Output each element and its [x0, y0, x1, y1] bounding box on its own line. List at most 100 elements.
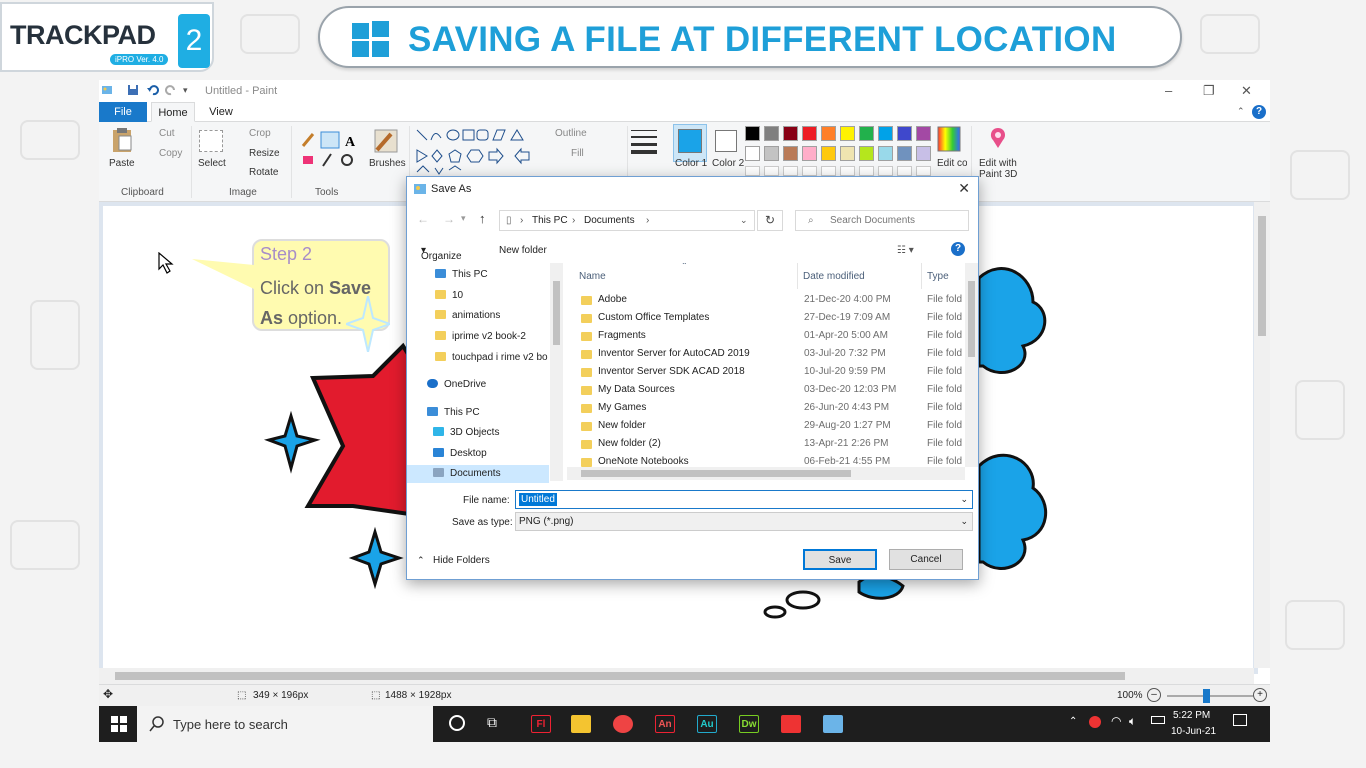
custom-color-slot[interactable]	[783, 166, 798, 176]
outline-dropdown[interactable]: Outline	[555, 128, 587, 139]
palette-swatch[interactable]	[916, 146, 931, 161]
nav-item[interactable]: 3D Objects	[433, 427, 499, 438]
restore-button[interactable]: ❐	[1203, 83, 1215, 99]
size-icon[interactable]	[629, 128, 659, 154]
address-dropdown-icon[interactable]: ⌄	[740, 215, 748, 226]
breadcrumb-this-pc[interactable]: This PC	[532, 215, 568, 226]
hide-folders-chevron-icon[interactable]: ⌃	[417, 555, 425, 566]
paint3d-icon[interactable]	[985, 126, 1011, 152]
forward-arrow-icon[interactable]: →	[443, 212, 455, 226]
file-explorer-icon[interactable]	[571, 715, 591, 733]
palette-swatch[interactable]	[840, 146, 855, 161]
palette-swatch[interactable]	[859, 146, 874, 161]
fill-dropdown[interactable]: Fill	[571, 148, 584, 159]
custom-color-slot[interactable]	[745, 166, 760, 176]
nav-item[interactable]: touchpad i rime v2 bo	[435, 352, 548, 363]
zoom-slider-track[interactable]	[1167, 695, 1253, 697]
wifi-icon[interactable]: ◠	[1111, 714, 1121, 728]
nav-pane-scrollbar[interactable]	[550, 263, 563, 481]
nav-item[interactable]: This PC	[435, 269, 488, 280]
acrobat-icon[interactable]	[781, 715, 801, 733]
color1-selector[interactable]	[673, 124, 707, 162]
nav-item[interactable]: iprime v2 book-2	[435, 331, 526, 342]
custom-color-slot[interactable]	[840, 166, 855, 176]
file-list-horizontal-scrollbar[interactable]	[567, 467, 965, 480]
brushes-icon[interactable]	[371, 126, 401, 156]
cortana-icon[interactable]	[449, 715, 465, 731]
clock-date[interactable]: 10-Jun-21	[1171, 726, 1216, 737]
new-folder-button[interactable]: New folder	[499, 245, 547, 256]
paste-icon[interactable]	[111, 126, 133, 154]
task-view-icon[interactable]: ⧉	[487, 714, 497, 731]
tab-home[interactable]: Home	[151, 102, 195, 122]
palette-swatch[interactable]	[745, 146, 760, 161]
palette-swatch[interactable]	[764, 146, 779, 161]
volume-icon[interactable]: 🔈︎	[1129, 714, 1136, 729]
collapse-ribbon-icon[interactable]: ⌃	[1237, 106, 1245, 117]
palette-swatch[interactable]	[745, 126, 760, 141]
tab-file[interactable]: File	[99, 102, 147, 122]
custom-color-slot[interactable]	[897, 166, 912, 176]
back-arrow-icon[interactable]: ←	[417, 212, 429, 226]
save-as-type-select[interactable]: PNG (*.png) ⌄	[515, 512, 973, 531]
dialog-search-box[interactable]: ⌕ Search Documents	[795, 210, 969, 231]
palette-swatch[interactable]	[840, 126, 855, 141]
palette-swatch[interactable]	[764, 126, 779, 141]
zoom-in-button[interactable]: +	[1253, 688, 1267, 702]
canvas-vertical-scrollbar[interactable]	[1254, 202, 1270, 668]
file-row[interactable]: New folder (2) 13-Apr-21 2:26 PM File fold	[567, 435, 963, 453]
show-hidden-icons[interactable]: ⌃	[1069, 716, 1077, 727]
palette-swatch[interactable]	[802, 146, 817, 161]
custom-color-slot[interactable]	[859, 166, 874, 176]
taskbar-search-box[interactable]: Type here to search	[137, 706, 433, 742]
rotate-button[interactable]: Rotate	[249, 167, 278, 178]
crop-button[interactable]: Crop	[249, 128, 271, 139]
file-row[interactable]: Inventor Server SDK ACAD 2018 10-Jul-20 9…	[567, 363, 963, 381]
up-arrow-icon[interactable]: ↑	[479, 211, 486, 226]
palette-swatch[interactable]	[916, 126, 931, 141]
tools-icons[interactable]: A	[301, 130, 361, 170]
start-button[interactable]	[111, 716, 127, 732]
file-name-dropdown-icon[interactable]: ⌄	[960, 494, 968, 505]
nav-item[interactable]: This PC	[427, 407, 480, 418]
resize-button[interactable]: Resize	[249, 148, 280, 159]
tab-view[interactable]: View	[199, 102, 243, 122]
file-row[interactable]: Custom Office Templates 27-Dec-19 7:09 AM…	[567, 309, 963, 327]
flash-icon[interactable]: Fl	[531, 715, 551, 733]
audition-icon[interactable]: Au	[697, 715, 717, 733]
file-row[interactable]: Fragments 01-Apr-20 5:00 AM File fold	[567, 327, 963, 345]
address-bar[interactable]: ▯ › This PC › Documents › ⌄	[499, 210, 755, 231]
palette-swatch[interactable]	[878, 146, 893, 161]
refresh-button[interactable]: ↻	[757, 210, 783, 231]
file-row[interactable]: New folder 29-Aug-20 1:27 PM File fold	[567, 417, 963, 435]
close-button[interactable]: ✕	[1241, 83, 1252, 99]
color2-swatch[interactable]	[715, 130, 737, 152]
save-icon[interactable]	[127, 84, 139, 96]
select-icon[interactable]	[199, 130, 223, 152]
file-row[interactable]: Inventor Server for AutoCAD 2019 03-Jul-2…	[567, 345, 963, 363]
column-date-modified[interactable]: Date modified	[803, 271, 865, 282]
hide-folders-button[interactable]: Hide Folders	[433, 555, 490, 566]
action-center-icon[interactable]	[1233, 714, 1247, 726]
edit-colors-icon[interactable]	[937, 126, 961, 152]
palette-swatch[interactable]	[897, 146, 912, 161]
palette-swatch[interactable]	[897, 126, 912, 141]
nav-item[interactable]: 10	[435, 290, 463, 301]
nav-item[interactable]: Desktop	[433, 448, 487, 459]
nav-item[interactable]: Documents	[433, 468, 501, 479]
paint-taskbar-icon[interactable]	[823, 715, 843, 733]
edit-colors-button[interactable]: Edit colors	[937, 158, 967, 172]
palette-swatch[interactable]	[821, 126, 836, 141]
minimize-button[interactable]: –	[1165, 83, 1172, 98]
column-type[interactable]: Type	[927, 271, 949, 282]
recent-locations-icon[interactable]: ▾	[461, 213, 466, 224]
animate-icon[interactable]: An	[655, 715, 675, 733]
file-row[interactable]: My Data Sources 03-Dec-20 12:03 PM File fo…	[567, 381, 963, 399]
file-row[interactable]: My Games 26-Jun-20 4:43 PM File fold	[567, 399, 963, 417]
paste-button[interactable]: Paste	[109, 158, 135, 169]
save-button[interactable]: Save	[803, 549, 877, 570]
nav-item[interactable]: animations	[435, 310, 500, 321]
file-name-input[interactable]: Untitled ⌄	[515, 490, 973, 509]
organize-button[interactable]: Organize ▾	[421, 245, 462, 262]
file-list-vertical-scrollbar[interactable]	[965, 263, 978, 467]
